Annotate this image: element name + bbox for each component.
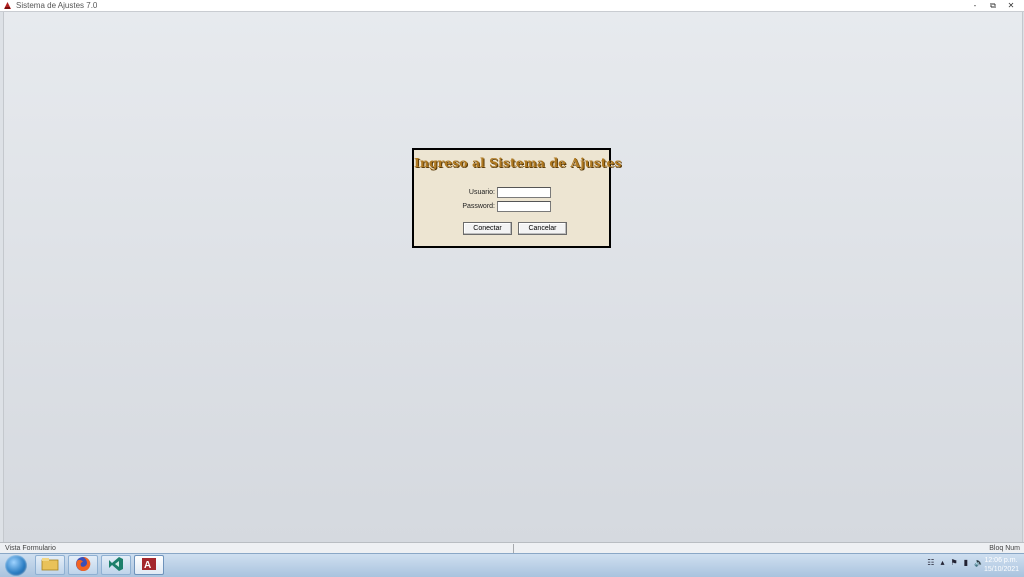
usuario-input[interactable]	[497, 186, 551, 198]
clock[interactable]: 12:06 p.m. 15/10/2021	[984, 556, 1020, 574]
arrow-up-icon[interactable]: ▴	[940, 558, 944, 567]
window-controls: - ⧉ ✕	[966, 0, 1020, 11]
network-icon[interactable]: ☷	[927, 558, 934, 567]
battery-icon[interactable]: ▮	[964, 558, 968, 567]
file-explorer-icon	[41, 557, 59, 574]
status-divider	[513, 544, 514, 553]
visual-studio-icon	[108, 556, 124, 575]
connect-button[interactable]: Conectar	[463, 222, 512, 235]
firefox-icon	[75, 556, 91, 575]
restore-button[interactable]: ⧉	[984, 0, 1002, 11]
svg-text:A: A	[144, 560, 151, 571]
password-input[interactable]	[497, 200, 551, 212]
access-icon: A	[141, 556, 157, 575]
minimize-button[interactable]: -	[966, 0, 984, 11]
taskbar-file-explorer[interactable]	[35, 555, 65, 575]
speaker-icon[interactable]: 🔈	[974, 558, 984, 567]
workspace	[3, 12, 1023, 542]
app-icon	[3, 1, 12, 10]
taskbar-visual-studio[interactable]	[101, 555, 131, 575]
password-row: Password:	[439, 200, 551, 212]
clock-time: 12:06 p.m.	[984, 557, 1018, 564]
taskbar: A ☷ ▴ ⚑ ▮ 🔈 12:06 p.m. 15/10/2021	[0, 553, 1024, 577]
usuario-row: Usuario:	[439, 186, 551, 198]
login-title: Ingreso al Sistema de Ajustes	[414, 155, 622, 170]
cancel-button[interactable]: Cancelar	[518, 222, 567, 235]
start-button[interactable]	[5, 555, 27, 576]
title-bar: Sistema de Ajustes 7.0 - ⧉ ✕	[0, 0, 1024, 12]
window-title: Sistema de Ajustes 7.0	[16, 1, 98, 10]
password-label: Password:	[462, 202, 495, 210]
taskbar-access[interactable]: A	[134, 555, 164, 575]
flag-icon[interactable]: ⚑	[950, 558, 957, 567]
clock-date: 15/10/2021	[984, 566, 1020, 573]
close-button[interactable]: ✕	[1002, 0, 1020, 11]
system-tray: ☷ ▴ ⚑ ▮ 🔈	[927, 558, 984, 567]
usuario-label: Usuario:	[468, 188, 495, 196]
login-dialog: Ingreso al Sistema de Ajustes Usuario: P…	[412, 148, 622, 248]
taskbar-firefox[interactable]	[68, 555, 98, 575]
